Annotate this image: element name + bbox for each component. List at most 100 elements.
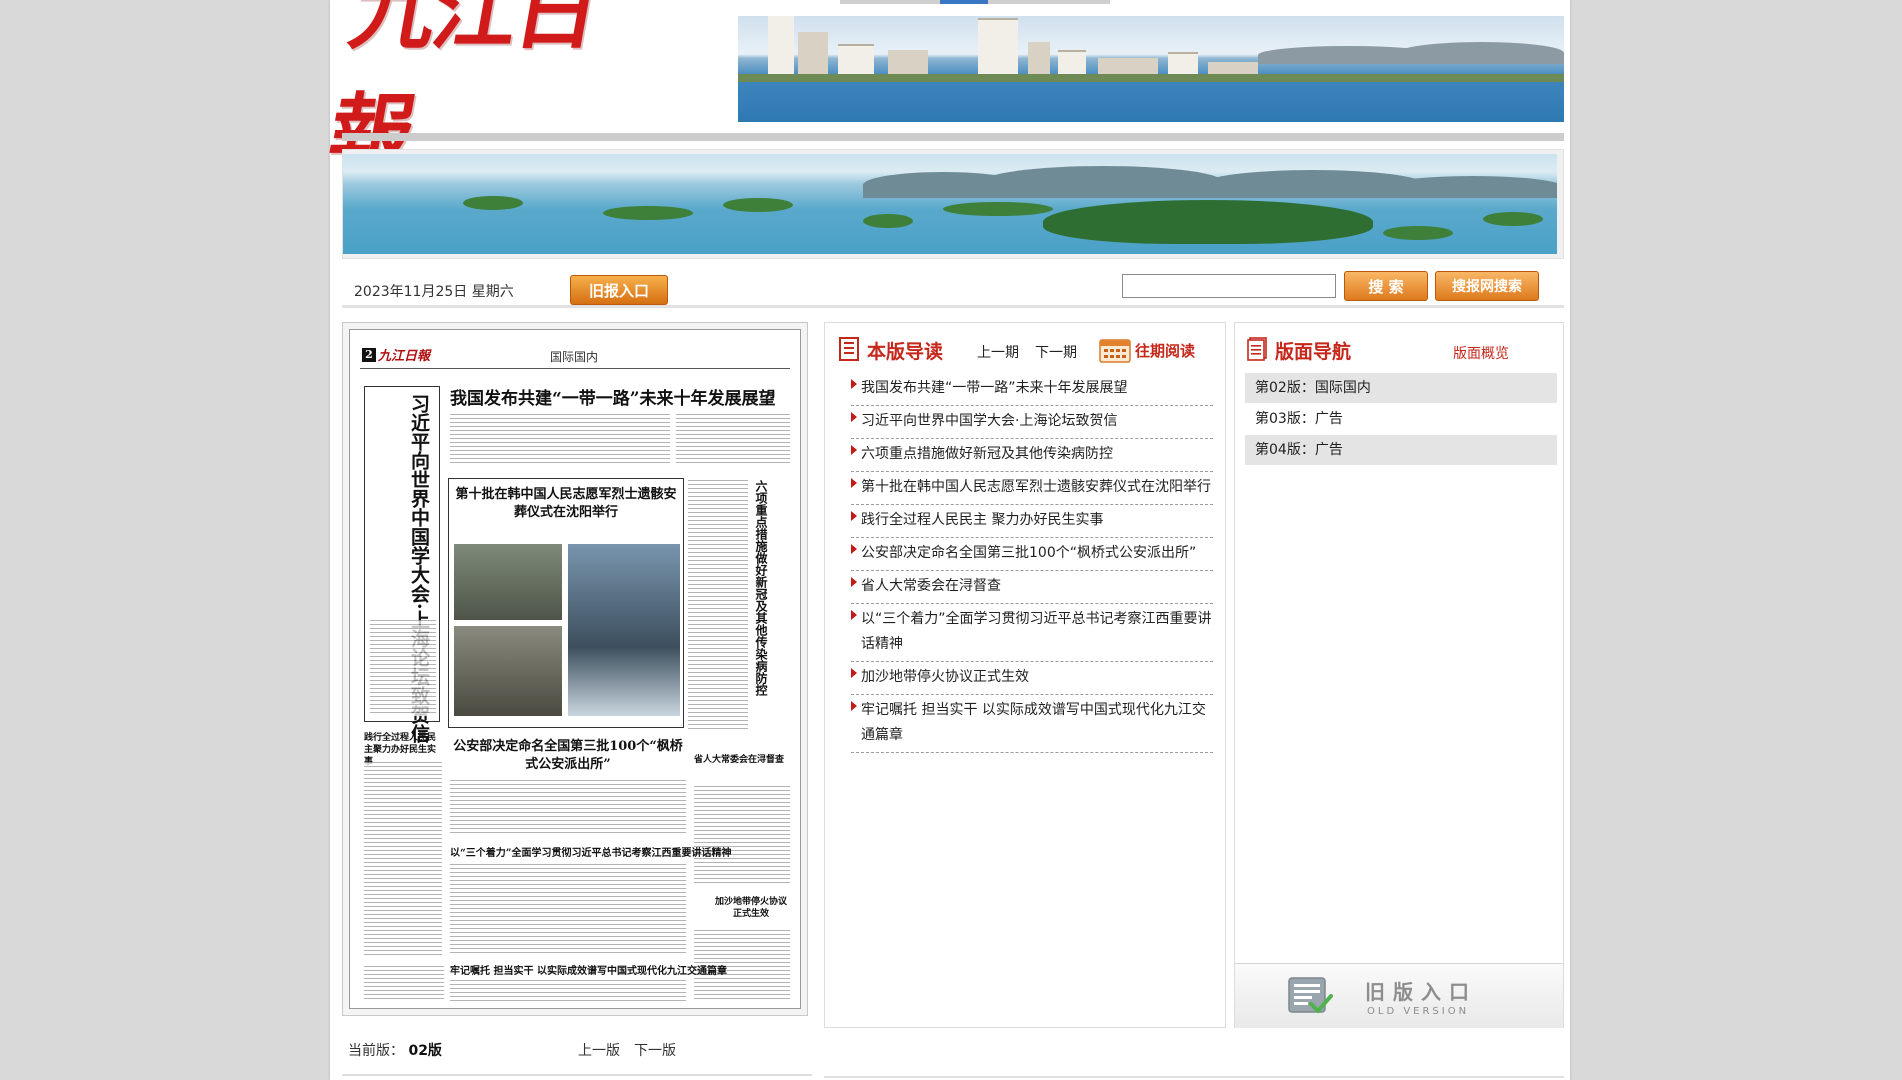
lake-island [863,214,913,228]
bottom-divider [824,1076,1564,1078]
newspaper-page-image[interactable]: 2 九江日報 国际国内 我国发布共建“一带一路”未来十年发展展望 习近平向世界中… [349,329,801,1009]
edition-link[interactable]: 第02版：国际国内 [1245,373,1557,404]
edition-link[interactable]: 第03版：广告 [1245,404,1557,435]
np-text-block [364,966,444,1002]
np-text-block [450,780,686,836]
doc-list-icon [839,337,859,361]
np-text-block [450,414,670,464]
lake-island [1383,226,1453,240]
article-link[interactable]: 践行全过程人民民主 聚力办好民生实事 [851,505,1213,538]
edition-link[interactable]: 第04版：广告 [1245,435,1557,466]
banner-hill [1398,42,1564,64]
np-headline-small-right[interactable]: 省人大常委会在浔督查 [694,754,784,766]
left-bottom-divider [342,1074,812,1076]
search-site-button-label: 搜报网搜索 [1452,279,1522,295]
article-guide-header: 本版导读 上一期 下一期 往期阅读 [839,335,1219,365]
toolbar-divider [342,305,1564,308]
page-overview-link[interactable]: 版面概览 [1453,343,1509,363]
np-headline-main[interactable]: 我国发布共建“一带一路”未来十年发展展望 [450,384,776,409]
masthead-divider [342,133,1564,141]
lake-banner [342,149,1564,259]
banner-building [1028,42,1050,76]
article-link[interactable]: 习近平向世界中国学大会·上海论坛致贺信 [851,406,1213,439]
np-text-block [370,620,436,716]
banner-building [798,32,828,76]
lake-mountain [1383,176,1557,198]
search-site-button[interactable]: 搜报网搜索 [1435,271,1539,301]
current-date: 2023年11月25日 星期六 [354,284,514,300]
next-issue-link[interactable]: 下一期 [1035,342,1077,362]
lake-island [463,196,523,210]
past-issues-link[interactable]: 往期阅读 [1135,340,1195,361]
newspaper-page-frame: 2 九江日報 国际国内 我国发布共建“一带一路”未来十年发展展望 习近平向世界中… [342,322,808,1016]
lake-island [1483,212,1543,226]
np-text-block [694,786,790,886]
np-headline-bottom[interactable]: 牢记嘱托 担当实干 以实际成效谱写中国式现代化九江交通篇章 [450,962,727,977]
site-logo[interactable]: 九江日報 [322,0,642,182]
article-link[interactable]: 我国发布共建“一带一路”未来十年发展展望 [851,373,1213,406]
search-input[interactable] [1122,274,1336,298]
np-headline-small-gaza[interactable]: 加沙地带停火协议正式生效 [714,896,788,920]
np-header-rule [360,368,790,369]
page-nav-panel: 版面导航 版面概览 第02版：国际国内 第03版：广告 第04版：广告 旧版入口… [1234,322,1564,1028]
edition-list: 第02版：国际国内 第03版：广告 第04版：广告 [1245,373,1557,466]
article-guide-title: 本版导读 [867,341,944,363]
page-nav-title: 版面导航 [1275,341,1352,363]
current-edition: 当前版： 02版 [348,1040,442,1060]
banner-shoreline [738,74,1564,82]
article-list: 我国发布共建“一带一路”未来十年发展展望 习近平向世界中国学大会·上海论坛致贺信… [851,373,1213,753]
np-text-block [450,864,686,954]
top-tab-strip [840,0,1110,4]
lake-island [723,198,793,212]
article-link[interactable]: 牢记嘱托 担当实干 以实际成效谱写中国式现代化九江交通篇章 [851,695,1213,753]
old-version-icon [1288,977,1333,1013]
np-logo: 九江日報 [378,349,431,364]
doc-list-icon [1247,337,1267,361]
article-link[interactable]: 六项重点措施做好新冠及其他传染病防控 [851,439,1213,472]
np-photo [568,544,680,716]
article-link[interactable]: 省人大常委会在浔督查 [851,571,1213,604]
search-button[interactable]: 搜 索 [1344,271,1428,301]
current-edition-value: 02版 [408,1043,442,1059]
lake-island [603,206,693,220]
np-headline-photo[interactable]: 第十批在韩中国人民志愿军烈士遗骸安葬仪式在沈阳举行 [454,486,678,522]
top-tab-active [940,0,988,4]
banner-building [768,16,794,76]
np-headline-police[interactable]: 公安部决定命名全国第三批100个“枫桥式公安派出所” [450,738,686,774]
np-headline-san[interactable]: 以“三个着力”全面学习贯彻习近平总书记考察江西重要讲话精神 [450,844,732,859]
np-text-block [450,980,686,1002]
page-container: 九江日報 2023年11月25日 星期六 旧报入口 搜 索 搜报网搜索 2 九江… [322,0,1570,1080]
search-button-label: 搜 索 [1368,277,1404,296]
lake-main-island [1043,200,1373,244]
masthead: 九江日報 [322,0,1570,182]
np-text-block [676,414,790,464]
prev-issue-link[interactable]: 上一期 [977,342,1019,362]
old-paper-entry-button[interactable]: 旧报入口 [570,275,668,305]
np-page-number: 2 [362,348,376,362]
current-edition-label: 当前版： [348,1043,404,1059]
np-photo [454,626,562,716]
calendar-icon[interactable] [1099,337,1131,363]
lake-island [943,202,1053,216]
lake-mountain [983,166,1223,198]
toolbar: 2023年11月25日 星期六 旧报入口 搜 索 搜报网搜索 [342,265,1564,307]
np-section-title: 国际国内 [550,350,599,364]
next-edition-link[interactable]: 下一版 [634,1040,676,1060]
old-paper-entry-label: 旧报入口 [588,281,649,300]
article-link[interactable]: 加沙地带停火协议正式生效 [851,662,1213,695]
np-text-block [688,480,748,730]
article-link[interactable]: 公安部决定命名全国第三批100个“枫桥式公安派出所” [851,538,1213,571]
np-photo [454,544,562,620]
article-guide-panel: 本版导读 上一期 下一期 往期阅读 我国发布共建“一带一路”未来十年发展展望 习… [824,322,1226,1028]
article-link[interactable]: 第十批在韩中国人民志愿军烈士遗骸安葬仪式在沈阳举行 [851,472,1213,505]
prev-edition-link[interactable]: 上一版 [578,1040,620,1060]
banner-building [978,18,1018,76]
np-headline-right-vertical[interactable]: 六项重点措施做好新冠及其他传染病防控 [754,480,768,696]
page-nav-header: 版面导航 版面概览 [1247,335,1557,365]
old-version-sublabel: OLD VERSION [1367,1006,1470,1017]
banner-building [838,44,874,76]
article-link[interactable]: 以“三个着力”全面学习贯彻习近平总书记考察江西重要讲话精神 [851,604,1213,662]
banner-building [1168,52,1198,76]
old-version-entry[interactable]: 旧版入口 OLD VERSION [1235,963,1563,1028]
city-banner-image [738,16,1564,122]
